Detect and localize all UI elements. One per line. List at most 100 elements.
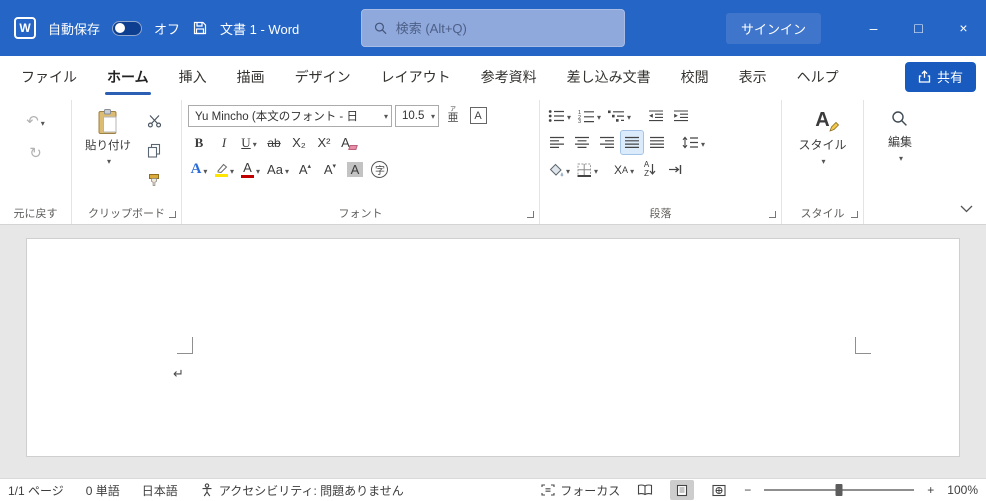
web-layout-button[interactable] — [707, 480, 731, 500]
autosave-toggle[interactable] — [112, 20, 143, 36]
decrease-indent-button[interactable] — [645, 104, 667, 127]
paragraph-row-3: XA AZ — [546, 158, 775, 181]
document-area[interactable]: ↵ — [0, 225, 986, 478]
tab-mailings[interactable]: 差し込み文書 — [552, 56, 666, 97]
show-editing-marks-icon — [668, 165, 681, 174]
tab-insert[interactable]: 挿入 — [164, 56, 222, 97]
styles-button[interactable]: A スタイル — [791, 106, 853, 171]
zoom-slider-thumb[interactable] — [835, 484, 843, 496]
styles-dialog-launcher[interactable] — [851, 211, 858, 218]
font-name-combobox[interactable]: Yu Mincho (本文のフォント - 日 — [188, 104, 392, 127]
word-count[interactable]: 0 単語 — [86, 482, 120, 499]
subscript-button[interactable]: X₂ — [288, 131, 310, 154]
align-center-button[interactable] — [571, 131, 593, 154]
character-shading-button[interactable]: A — [344, 158, 366, 181]
editing-button[interactable]: 編集 — [881, 106, 919, 168]
undo-button[interactable]: ↶ — [24, 110, 47, 133]
paint-bucket-icon — [549, 163, 564, 176]
search-box[interactable] — [361, 9, 625, 47]
bold-button[interactable]: B — [188, 131, 210, 154]
tab-home[interactable]: ホーム — [92, 56, 164, 97]
format-painter-button[interactable] — [143, 169, 165, 192]
paste-button[interactable]: 貼り付け — [78, 104, 138, 192]
distribute-button[interactable] — [646, 131, 668, 154]
align-right-icon — [600, 136, 614, 148]
zoom-slider[interactable] — [764, 483, 915, 497]
line-spacing-button[interactable] — [680, 131, 707, 154]
tab-help[interactable]: ヘルプ — [782, 56, 854, 97]
highlighter-icon — [215, 163, 228, 177]
tab-review[interactable]: 校閲 — [666, 56, 724, 97]
print-layout-button[interactable] — [670, 480, 695, 500]
tab-file[interactable]: ファイル — [6, 56, 92, 97]
editing-button-label: 編集 — [887, 135, 912, 149]
font-row-1: Yu Mincho (本文のフォント - 日 10.5 ア亜 A — [188, 104, 533, 127]
focus-mode-button[interactable]: フォーカス — [541, 482, 620, 499]
enclose-character-button[interactable]: 字 — [369, 158, 391, 181]
read-mode-button[interactable] — [633, 480, 657, 500]
zoom-out-button[interactable]: − — [744, 483, 751, 497]
titlebar-right-cluster: サインイン – □ × — [725, 0, 986, 56]
cut-button[interactable] — [143, 109, 165, 132]
font-group: Yu Mincho (本文のフォント - 日 10.5 ア亜 A — [182, 100, 540, 224]
share-button[interactable]: 共有 — [904, 61, 976, 92]
justify-button[interactable] — [620, 130, 644, 155]
extended-formatting-button[interactable]: XA — [612, 158, 636, 181]
paste-icon — [98, 109, 117, 134]
bullets-button[interactable] — [546, 104, 573, 127]
change-case-button[interactable]: Aa — [265, 158, 291, 181]
align-right-button[interactable] — [596, 131, 618, 154]
multilevel-list-button[interactable] — [606, 104, 633, 127]
show-editing-marks-button[interactable] — [664, 158, 686, 181]
redo-button[interactable]: ↻ — [25, 142, 47, 165]
zoom-level[interactable]: 100% — [947, 483, 978, 497]
paragraph-dialog-launcher[interactable] — [769, 211, 776, 218]
shading-button[interactable] — [546, 158, 572, 181]
search-input[interactable] — [395, 20, 612, 36]
enclose-with-border-button[interactable]: A — [467, 104, 489, 127]
italic-button[interactable]: I — [213, 131, 235, 154]
tab-draw[interactable]: 描画 — [222, 56, 280, 97]
strikethrough-button[interactable]: ab — [263, 131, 285, 154]
underline-button[interactable]: U — [238, 131, 260, 154]
tab-view[interactable]: 表示 — [724, 56, 782, 97]
zoom-in-button[interactable]: + — [927, 483, 934, 497]
minimize-button[interactable]: – — [851, 0, 896, 56]
text-effects-button[interactable]: A — [188, 158, 210, 181]
distribute-icon — [650, 136, 664, 148]
tab-layout[interactable]: レイアウト — [366, 56, 466, 97]
clear-formatting-button[interactable]: A — [338, 131, 360, 154]
signin-button[interactable]: サインイン — [725, 12, 821, 44]
borders-button[interactable] — [575, 158, 600, 181]
save-button[interactable] — [192, 20, 208, 36]
language-indicator[interactable]: 日本語 — [142, 482, 178, 499]
collapse-ribbon-button[interactable] — [960, 201, 973, 216]
styles-button-label: スタイル — [798, 138, 847, 152]
clipboard-dialog-launcher[interactable] — [169, 211, 176, 218]
superscript-button[interactable]: X² — [313, 131, 335, 154]
document-page[interactable]: ↵ — [26, 238, 960, 457]
highlight-color-button[interactable] — [213, 158, 236, 181]
accessibility-status[interactable]: アクセシビリティ: 問題ありません — [200, 482, 404, 499]
shrink-font-button[interactable]: A — [319, 158, 341, 181]
numbering-button[interactable]: 123 — [576, 104, 603, 127]
increase-indent-button[interactable] — [670, 104, 692, 127]
chevron-down-icon — [283, 162, 289, 177]
font-dialog-launcher[interactable] — [527, 211, 534, 218]
font-color-button[interactable]: A — [239, 158, 262, 181]
font-size-combobox[interactable]: 10.5 — [395, 104, 439, 127]
sort-button[interactable]: AZ — [639, 158, 661, 181]
tab-references[interactable]: 参考資料 — [466, 56, 552, 97]
maximize-button[interactable]: □ — [896, 0, 941, 56]
paragraph-mark: ↵ — [173, 366, 184, 381]
tab-design[interactable]: デザイン — [280, 56, 366, 97]
close-button[interactable]: × — [941, 0, 986, 56]
chevron-down-icon — [819, 155, 825, 167]
page-indicator[interactable]: 1/1 ページ — [8, 482, 64, 499]
copy-button[interactable] — [143, 139, 165, 162]
align-center-icon — [575, 136, 589, 148]
align-left-button[interactable] — [546, 131, 568, 154]
phonetic-guide-button[interactable]: ア亜 — [442, 104, 464, 127]
grow-font-button[interactable]: A — [294, 158, 316, 181]
chevron-down-icon — [105, 155, 111, 167]
